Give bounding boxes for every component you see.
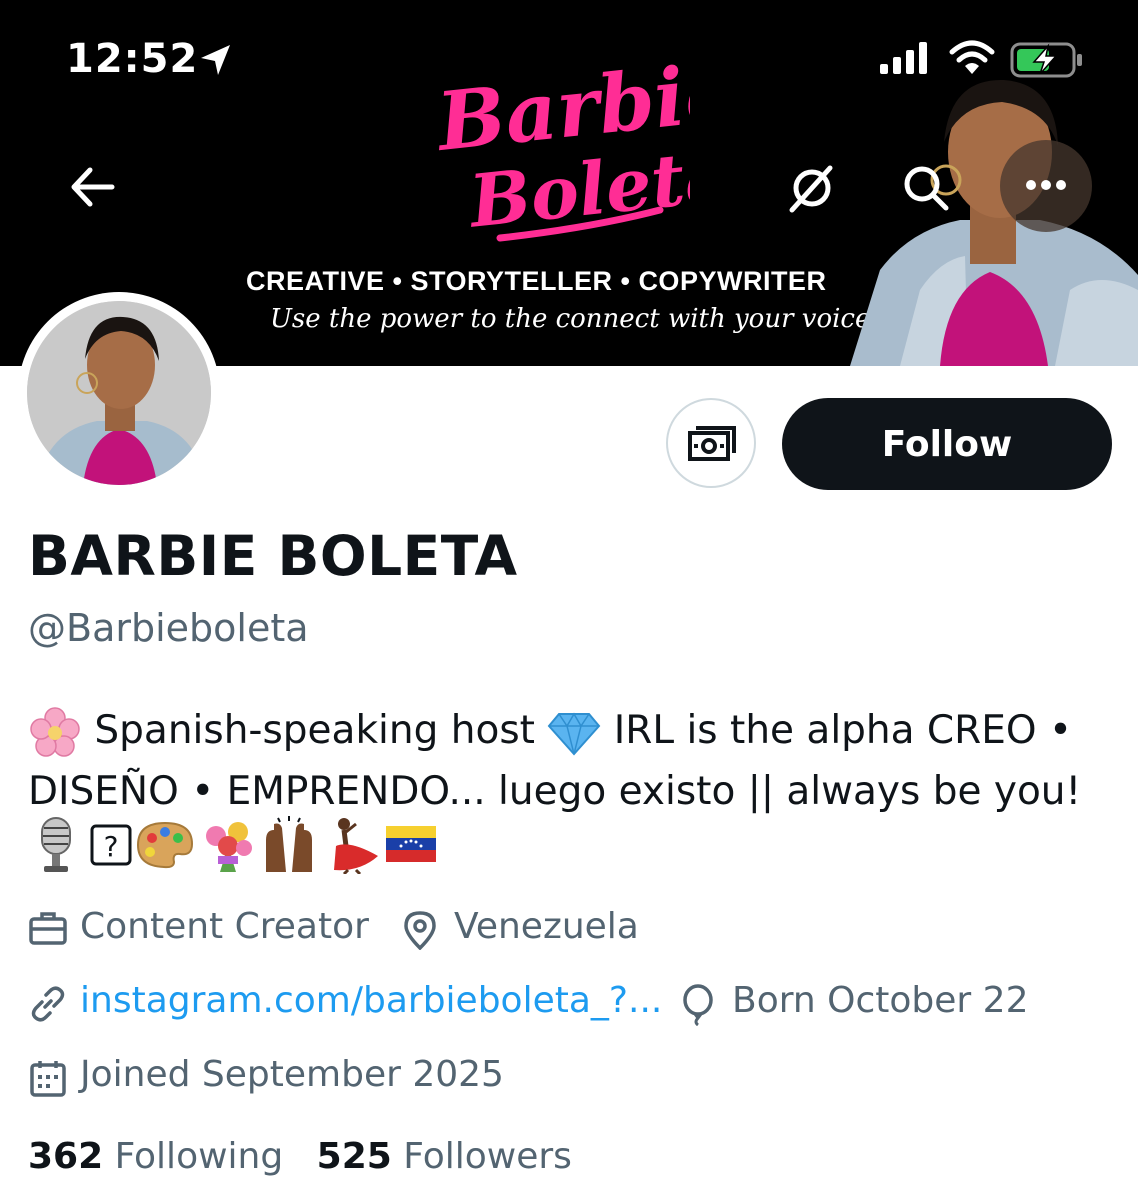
location-arrow-icon — [201, 45, 230, 75]
gem-icon — [548, 712, 601, 756]
location-pin-icon — [404, 911, 436, 950]
banner-subtagline: Use the power to the connect with your v… — [270, 304, 881, 334]
more-options-button[interactable] — [1000, 140, 1092, 232]
microphone-icon — [36, 816, 76, 879]
venezuela-flag-icon — [386, 826, 436, 867]
cherry-blossom-icon — [30, 706, 80, 757]
link-icon — [31, 986, 65, 1022]
bouquet-icon — [200, 816, 256, 879]
profile-location: Venezuela — [402, 906, 662, 950]
battery-charging-icon — [1010, 42, 1082, 78]
cellular-signal-icon — [880, 42, 927, 74]
balloon-icon — [683, 984, 713, 1026]
followers-stat[interactable]: 525 Followers — [317, 1136, 572, 1177]
unknown-glyph-icon: ? — [90, 824, 132, 871]
svg-text:?: ? — [104, 830, 119, 863]
bio-text-part2: IRL is the alpha CREO • — [613, 708, 1072, 753]
grok-icon[interactable] — [784, 160, 840, 216]
calendar-icon — [30, 1061, 66, 1097]
bio-text-line2: DISEÑO • EMPRENDO... luego existo || alw… — [28, 769, 1082, 814]
following-label: Following — [114, 1136, 284, 1177]
profile-bio: Spanish-speaking host IRL is the alpha C… — [28, 700, 1118, 822]
raising-hands-icon — [260, 816, 318, 879]
display-name: BARBIE BOLETA — [28, 524, 518, 588]
followers-count: 525 — [316, 1136, 392, 1177]
back-arrow-icon[interactable] — [68, 164, 120, 210]
follow-button[interactable]: Follow — [782, 398, 1112, 490]
dancer-icon — [320, 816, 380, 879]
artist-palette-icon — [136, 820, 194, 875]
search-icon[interactable] — [898, 160, 954, 216]
joined-label: Joined September 2025 — [80, 1054, 504, 1095]
birthday-label: Born October 22 — [732, 980, 1029, 1021]
avatar-photo — [27, 301, 211, 485]
more-dots-icon — [1026, 180, 1066, 190]
following-stat[interactable]: 362 Following — [28, 1136, 283, 1177]
tips-button[interactable] — [666, 398, 756, 488]
followers-label: Followers — [403, 1136, 572, 1177]
money-icon — [688, 426, 736, 461]
category-label: Content Creator — [80, 906, 369, 947]
location-label: Venezuela — [454, 906, 639, 947]
bio-text-part1: Spanish-speaking host — [94, 708, 535, 753]
website-link[interactable]: instagram.com/barbieboleta_?... — [80, 980, 662, 1021]
status-bar: 12:52 — [0, 0, 1138, 110]
profile-joined: Joined September 2025 — [28, 1054, 528, 1098]
profile-website: instagram.com/barbieboleta_?... — [28, 980, 662, 1024]
briefcase-icon — [29, 912, 67, 945]
status-time: 12:52 — [66, 36, 199, 82]
profile-category: Content Creator — [28, 906, 369, 950]
wifi-icon — [949, 40, 995, 74]
banner-tagline: CREATIVE • STORYTELLER • COPYWRITER — [246, 266, 827, 296]
profile-avatar[interactable] — [18, 292, 220, 494]
profile-stats: 362 Following 525 Followers — [28, 1136, 572, 1177]
following-count: 362 — [28, 1136, 104, 1177]
profile-birthday: Born October 22 — [680, 980, 1028, 1026]
user-handle: @Barbieboleta — [28, 606, 309, 650]
